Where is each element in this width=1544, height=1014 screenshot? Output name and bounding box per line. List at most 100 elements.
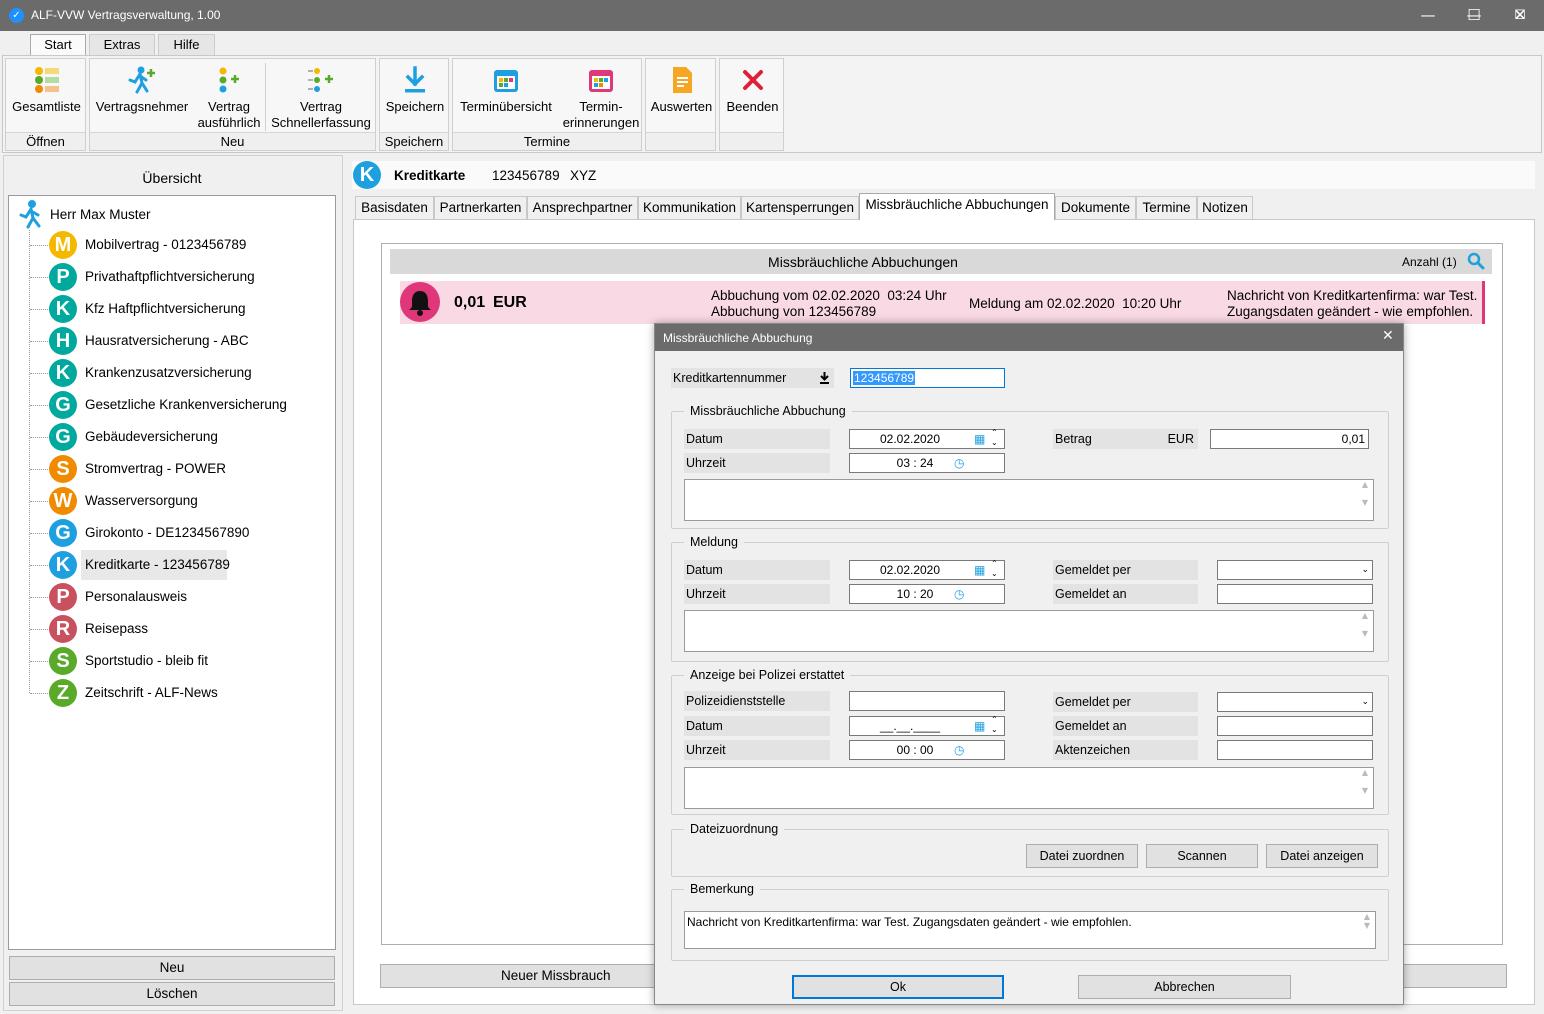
ok-button[interactable]: Ok: [792, 975, 1004, 999]
clock-icon[interactable]: ◷: [954, 741, 964, 759]
calendar-icon[interactable]: ▦: [974, 717, 985, 735]
tree-item[interactable]: G Gebäudeversicherung: [47, 422, 327, 452]
police-station-input[interactable]: [849, 691, 1005, 711]
beenden-button[interactable]: Beenden: [720, 59, 785, 133]
tab-dokumente[interactable]: Dokumente: [1055, 196, 1136, 219]
vertragsnehmer-button[interactable]: Vertragsnehmer: [90, 59, 194, 133]
close-window-button[interactable]: ✕: [1497, 0, 1543, 31]
tree-root[interactable]: Herr Max Muster: [17, 199, 217, 229]
contract-tree[interactable]: Herr Max Muster M Mobilvertrag - 01234567…: [8, 195, 336, 950]
ribbon-group-save: Speichern Speichern: [379, 58, 449, 151]
police-via-select[interactable]: ⌄: [1217, 692, 1373, 712]
tree-item[interactable]: R Reisepass: [47, 614, 327, 644]
terminerinnerungen-button[interactable]: Termin- erinnerungen: [559, 59, 643, 133]
tab-missbraeuchliche-abbuchungen[interactable]: Missbräuchliche Abbuchungen: [859, 193, 1055, 220]
tree-item[interactable]: W Wasserversorgung: [47, 486, 327, 516]
new-button[interactable]: Neu: [9, 956, 335, 980]
tab-notizen[interactable]: Notizen: [1197, 196, 1253, 219]
cancel-button[interactable]: Abbrechen: [1078, 975, 1291, 999]
assign-file-button[interactable]: Datei zuordnen: [1026, 844, 1138, 868]
tree-item[interactable]: K Krankenzusatzversicherung: [47, 358, 327, 388]
dialog-close-icon[interactable]: ✕: [1382, 328, 1394, 344]
vertragsnehmer-label: Vertragsnehmer: [95, 99, 189, 114]
file-number-input[interactable]: [1217, 740, 1373, 760]
police-to-input[interactable]: [1217, 716, 1373, 736]
auswerten-button[interactable]: Auswerten: [646, 59, 717, 133]
menu-tab-hilfe[interactable]: Hilfe: [158, 34, 215, 56]
report-to-input[interactable]: [1217, 584, 1373, 604]
tab-basisdaten[interactable]: Basisdaten: [355, 196, 434, 219]
calendar-icon[interactable]: ▦: [974, 561, 985, 579]
amount-input[interactable]: 0,01: [1210, 429, 1369, 449]
scrollbar[interactable]: ▲ ▼: [1357, 768, 1373, 808]
maximize-window-button[interactable]: ☐: [1451, 0, 1497, 31]
spin-icon[interactable]: ⌃ ⌄: [991, 559, 998, 579]
amount-label-text: Betrag: [1055, 432, 1092, 446]
spin-icon[interactable]: ⌃ ⌄: [991, 428, 998, 448]
delete-button[interactable]: Löschen: [9, 982, 335, 1006]
remark-memo[interactable]: Nachricht von Kreditkartenfirma: war Tes…: [684, 911, 1376, 949]
vertrag-ausfuehrlich-button[interactable]: Vertrag ausführlich: [194, 59, 264, 133]
tree-item-label: Hausratversicherung - ABC: [85, 333, 249, 348]
speichern-button[interactable]: Speichern: [380, 59, 450, 133]
police-date-input[interactable]: __.__.____ ▦ ⌃ ⌄: [849, 715, 1005, 736]
ribbon-group-dates: Terminübersicht Termin- erinnerungen Ter…: [452, 58, 642, 151]
clock-icon[interactable]: ◷: [954, 585, 964, 603]
tree-item[interactable]: K Kreditkarte - 123456789: [47, 550, 327, 580]
record-badge: K: [353, 161, 381, 189]
report-date-input[interactable]: 02.02.2020 ▦ ⌃ ⌄: [849, 559, 1005, 580]
tree-item[interactable]: G Gesetzliche Krankenversicherung: [47, 390, 327, 420]
show-file-button[interactable]: Datei anzeigen: [1266, 844, 1378, 868]
menu-tab-extras[interactable]: Extras: [89, 34, 155, 56]
clock-icon[interactable]: ◷: [954, 454, 964, 472]
scan-button[interactable]: Scannen: [1146, 844, 1258, 868]
tree-item[interactable]: G Girokonto - DE1234567890: [47, 518, 327, 548]
scrollbar[interactable]: ▲ ▼: [1357, 480, 1373, 520]
tree-item-label: Mobilvertrag - 0123456789: [85, 237, 247, 252]
tab-partnerkarten[interactable]: Partnerkarten: [434, 196, 527, 219]
list-item[interactable]: 0,01 EUR Abbuchung vom 02.02.2020 03:24 …: [400, 281, 1485, 324]
report-time-label: Uhrzeit: [684, 584, 830, 604]
scrollbar[interactable]: ▲ ▼: [1357, 611, 1373, 651]
misuse-memo[interactable]: ▲ ▼: [684, 479, 1374, 521]
row-currency: EUR: [493, 294, 527, 311]
tab-termine[interactable]: Termine: [1136, 196, 1197, 219]
calendar-icon[interactable]: ▦: [974, 430, 985, 448]
report-time-input[interactable]: 10 : 20 ◷: [849, 584, 1005, 604]
scrollbar[interactable]: ▲ ▼: [1359, 912, 1375, 948]
tree-item[interactable]: S Stromvertrag - POWER: [47, 454, 327, 484]
group-label-exit: .: [720, 132, 783, 150]
spin-icon[interactable]: ⌃ ⌄: [991, 715, 998, 735]
tree-item[interactable]: H Hausratversicherung - ABC: [47, 326, 327, 356]
tree-item[interactable]: Z Zeitschrift - ALF-News: [47, 678, 327, 708]
misuse-date-input[interactable]: 02.02.2020 ▦ ⌃ ⌄: [849, 428, 1005, 449]
ribbon: Gesamtliste Öffnen Vertragsnehmer Vertra…: [2, 55, 1542, 153]
menu-tab-start[interactable]: Start: [30, 34, 86, 57]
row-msg1: Nachricht von Kreditkartenfirma: war Tes…: [1227, 288, 1478, 303]
termin-label-2: erinnerungen: [562, 115, 640, 130]
report-via-select[interactable]: ⌄: [1217, 560, 1373, 580]
minimize-window-button[interactable]: —: [1405, 0, 1451, 31]
gesamtliste-button[interactable]: Gesamtliste: [6, 59, 87, 133]
report-memo[interactable]: ▲ ▼: [684, 610, 1374, 652]
search-icon[interactable]: [1467, 252, 1485, 270]
tree-item[interactable]: K Kfz Haftpflichtversicherung: [47, 294, 327, 324]
download-icon[interactable]: [819, 372, 830, 384]
police-time-input[interactable]: 00 : 00 ◷: [849, 740, 1005, 760]
tree-item[interactable]: S Sportstudio - bleib fit: [47, 646, 327, 676]
tab-ansprechpartner[interactable]: Ansprechpartner: [527, 196, 638, 219]
card-number-input[interactable]: 123456789: [850, 368, 1005, 388]
terminuebersicht-button[interactable]: Terminübersicht: [453, 59, 559, 133]
group-label-evaluate: .: [646, 132, 715, 150]
misuse-time-label: Uhrzeit: [684, 453, 830, 473]
misuse-time-input[interactable]: 03 : 24 ◷: [849, 453, 1005, 473]
vertrag-schnellerfassung-button[interactable]: Vertrag Schnellerfassung: [266, 59, 376, 133]
tree-item[interactable]: M Mobilvertrag - 0123456789: [47, 230, 327, 260]
group-police-title: Anzeige bei Polizei erstattet: [684, 668, 851, 682]
tree-item[interactable]: P Privathaftpflichtversicherung: [47, 262, 327, 292]
tab-kartensperrungen[interactable]: Kartensperrungen: [741, 196, 859, 219]
police-memo[interactable]: ▲ ▼: [684, 767, 1374, 809]
tree-item[interactable]: P Personalausweis: [47, 582, 327, 612]
tab-kommunikation[interactable]: Kommunikation: [638, 196, 741, 219]
report-to-label: Gemeldet an: [1053, 584, 1198, 604]
